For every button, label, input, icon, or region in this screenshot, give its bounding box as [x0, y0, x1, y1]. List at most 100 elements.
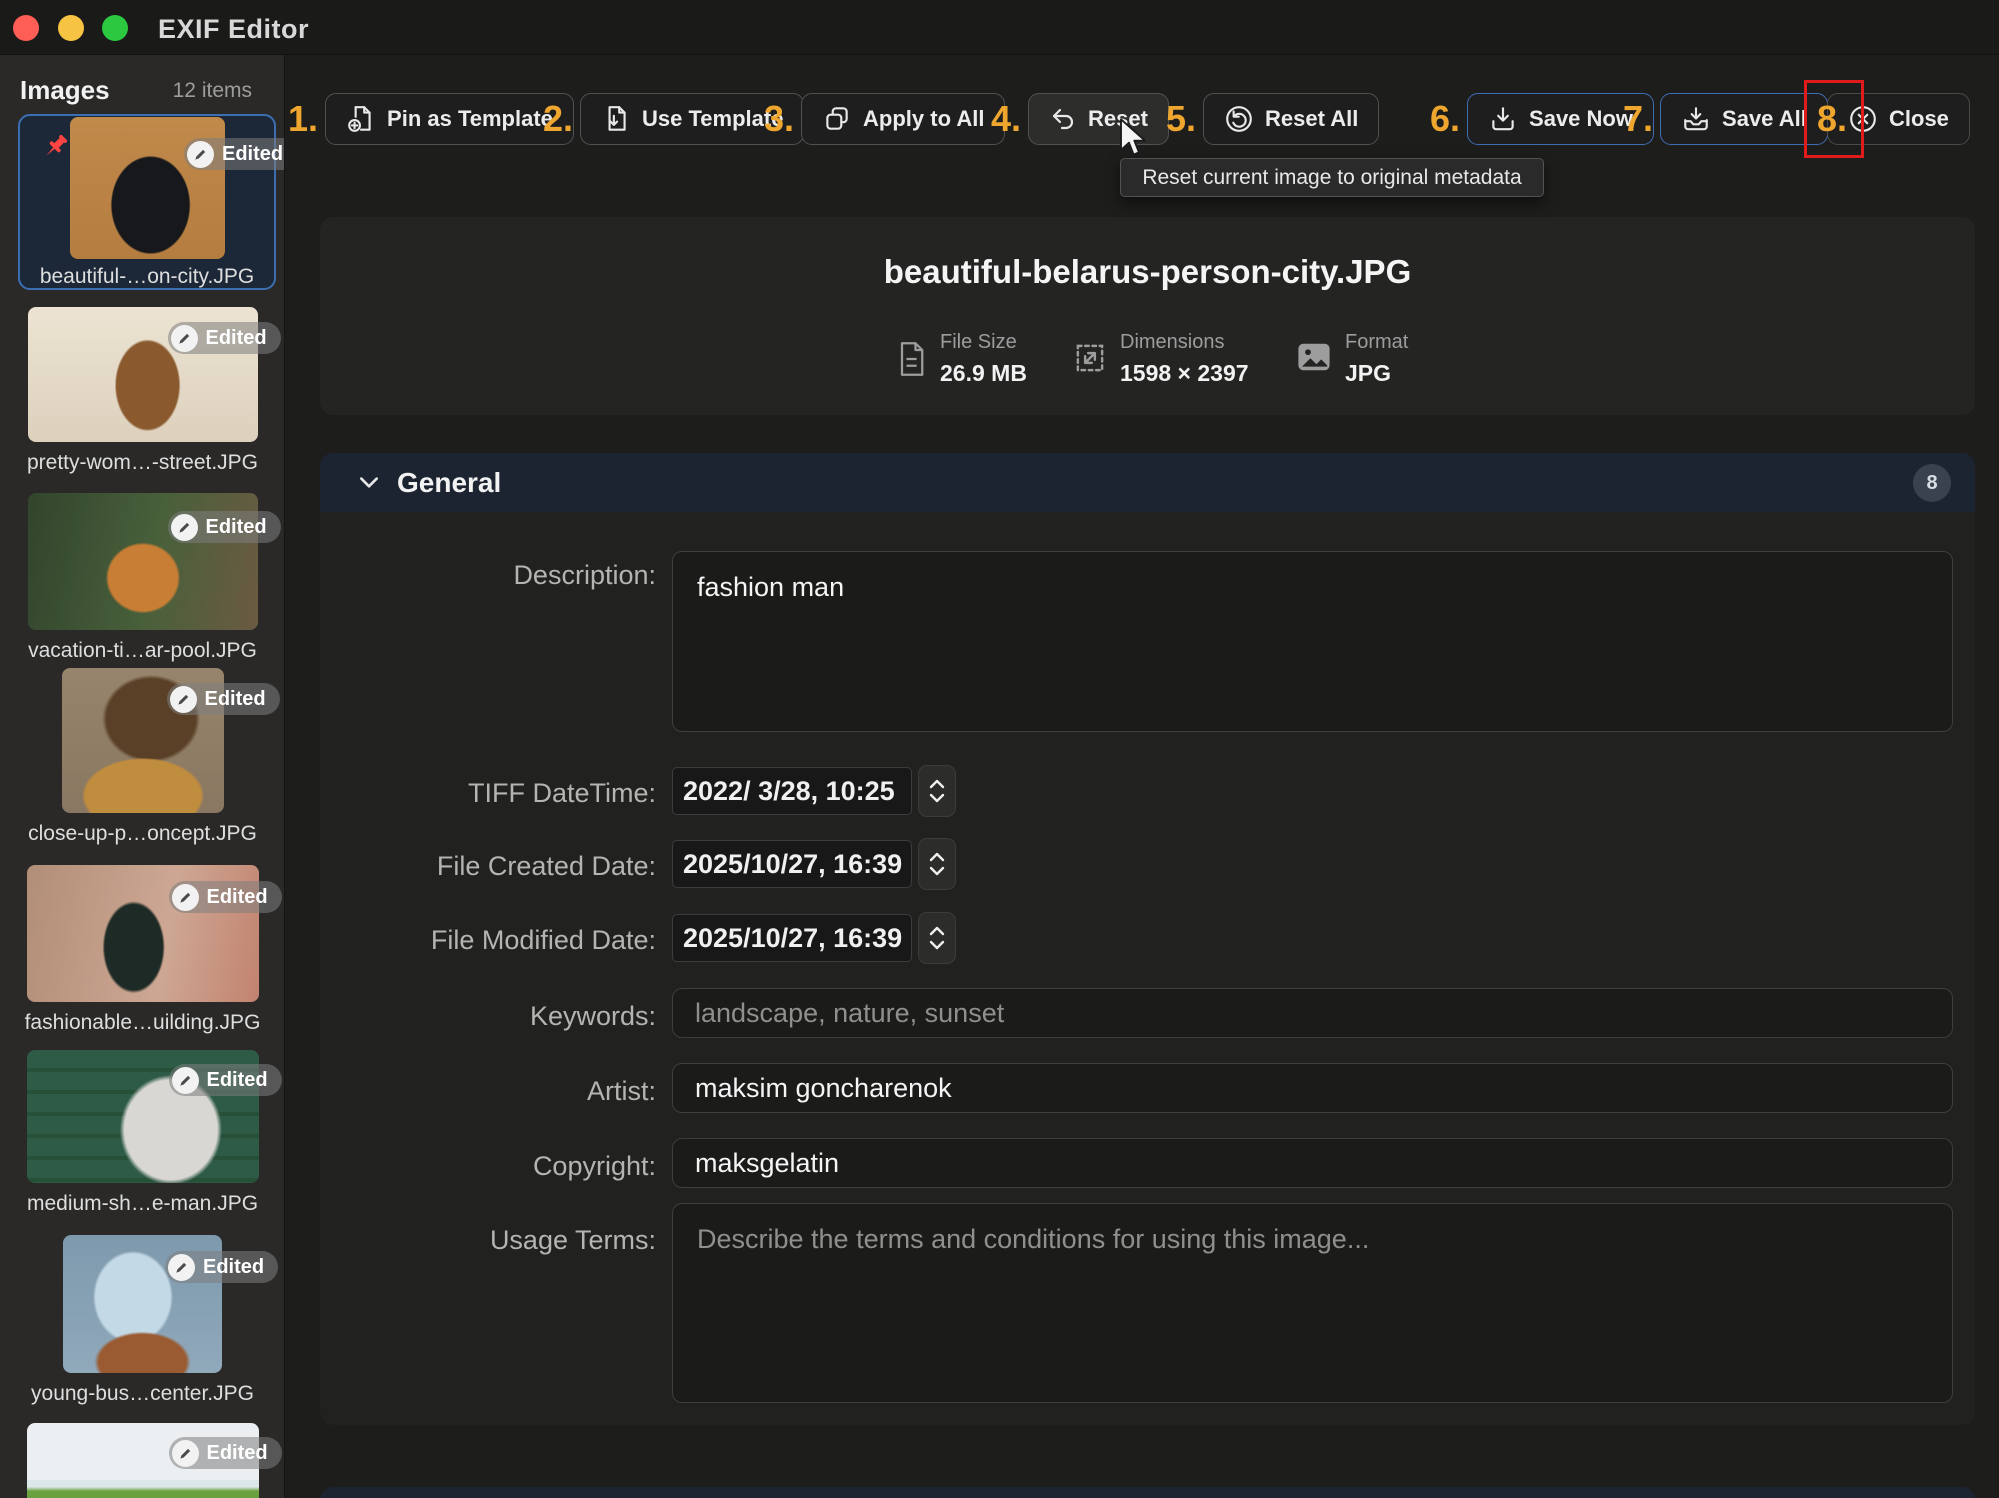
image-thumbnail: Edited	[27, 865, 259, 1002]
file-modified-field[interactable]: 2025/10/27, 16:39	[672, 914, 912, 962]
file-size-value: 26.9 MB	[940, 360, 1027, 387]
sidebar-item-young-business[interactable]: Edited young-bus…center.JPG	[0, 1235, 285, 1406]
pencil-icon	[172, 1067, 199, 1094]
annotation-number-6: 6.	[1430, 93, 1460, 145]
undo-icon	[1049, 105, 1077, 133]
dimensions-meta: Dimensions 1598 × 2397	[1073, 331, 1249, 387]
image-thumbnail: Edited	[28, 307, 258, 442]
edited-badge: Edited	[169, 881, 282, 913]
usage-terms-input[interactable]	[672, 1203, 1953, 1403]
apply-to-all-button[interactable]: Apply to All	[801, 93, 1005, 145]
file-modified-label: File Modified Date:	[320, 925, 656, 956]
dimensions-icon	[1073, 341, 1107, 387]
keywords-label: Keywords:	[320, 1001, 656, 1032]
reset-all-button[interactable]: Reset All	[1203, 93, 1379, 145]
tiff-datetime-stepper[interactable]	[918, 765, 956, 817]
pencil-icon	[171, 514, 198, 541]
close-window-button[interactable]	[13, 15, 39, 41]
sidebar-title: Images	[20, 75, 110, 106]
dimensions-value: 1598 × 2397	[1120, 360, 1249, 387]
chevron-down-icon	[358, 475, 380, 491]
sidebar-item-landscape[interactable]: Edited	[0, 1423, 285, 1498]
tiff-datetime-label: TIFF DateTime:	[320, 778, 656, 809]
format-label: Format	[1345, 331, 1408, 354]
pencil-icon	[187, 141, 214, 168]
minimize-window-button[interactable]	[58, 15, 84, 41]
description-input[interactable]: fashion man	[672, 551, 1953, 732]
dimensions-label: Dimensions	[1120, 331, 1249, 354]
reset-tooltip: Reset current image to original metadata	[1120, 158, 1544, 197]
pencil-icon	[172, 884, 199, 911]
general-section-header[interactable]: General 8	[320, 453, 1975, 512]
annotation-number-3: 3.	[764, 93, 794, 145]
zoom-window-button[interactable]	[102, 15, 128, 41]
usage-terms-label: Usage Terms:	[320, 1225, 656, 1256]
toolbar-group-3: 3. Apply to All	[764, 93, 1005, 145]
stepper-down-icon	[929, 866, 945, 876]
file-size-meta: File Size 26.9 MB	[895, 331, 1027, 387]
file-size-label: File Size	[940, 331, 1027, 354]
pencil-icon	[171, 325, 198, 352]
tiff-datetime-field[interactable]: 2022/ 3/28, 10:25	[672, 767, 912, 815]
stepper-down-icon	[929, 940, 945, 950]
current-filename: beautiful-belarus-person-city.JPG	[320, 253, 1975, 291]
pin-icon	[38, 130, 72, 169]
red-annotation-box	[1804, 80, 1864, 158]
file-modified-stepper[interactable]	[918, 912, 956, 964]
stepper-up-icon	[929, 779, 945, 789]
image-thumbnail: Edited	[62, 668, 224, 813]
annotation-number-5: 5.	[1166, 93, 1196, 145]
pin-as-template-button[interactable]: Pin as Template	[325, 93, 574, 145]
use-template-icon	[601, 104, 631, 134]
sidebar-item-beautiful-belarus[interactable]: Edited beautiful-…on-city.JPG	[18, 114, 276, 290]
filename-label: beautiful-…on-city.JPG	[20, 265, 274, 289]
sidebar-item-fashionable[interactable]: Edited fashionable…uilding.JPG	[0, 865, 285, 1035]
image-thumbnail: Edited	[28, 493, 258, 630]
file-created-field[interactable]: 2025/10/27, 16:39	[672, 840, 912, 888]
format-value: JPG	[1345, 360, 1408, 387]
edited-badge: Edited	[167, 683, 280, 715]
pencil-icon	[170, 686, 197, 713]
filename-label: fashionable…uilding.JPG	[0, 1011, 285, 1035]
copy-icon	[822, 104, 852, 134]
filename-label: medium-sh…e-man.JPG	[0, 1192, 285, 1216]
sidebar-item-vacation[interactable]: Edited vacation-ti…ar-pool.JPG	[0, 493, 285, 663]
sidebar-item-close-up[interactable]: Edited close-up-p…oncept.JPG	[0, 668, 285, 846]
save-all-button[interactable]: Save All	[1660, 93, 1828, 145]
save-all-tray-icon	[1681, 104, 1711, 134]
next-section-bar[interactable]	[320, 1487, 1975, 1498]
toolbar-group-7: 7. Save All	[1623, 93, 1828, 145]
artist-label: Artist:	[320, 1076, 656, 1107]
copyright-input[interactable]	[672, 1138, 1953, 1188]
edited-badge: Edited	[169, 1437, 282, 1469]
sidebar-item-pretty-woman[interactable]: Edited pretty-wom…-street.JPG	[0, 307, 285, 475]
description-label: Description:	[320, 560, 656, 591]
file-created-label: File Created Date:	[320, 851, 656, 882]
annotation-number-1: 1.	[288, 93, 318, 145]
exif-editor-window: EXIF Editor Images 12 items	[0, 0, 1999, 1498]
copyright-label: Copyright:	[320, 1151, 656, 1182]
filename-label: close-up-p…oncept.JPG	[0, 822, 285, 846]
filename-label: pretty-wom…-street.JPG	[0, 451, 285, 475]
sidebar-item-count: 12 items	[173, 79, 252, 103]
annotation-number-2: 2.	[543, 93, 573, 145]
pin-template-icon	[346, 104, 376, 134]
filename-label: vacation-ti…ar-pool.JPG	[0, 639, 285, 663]
format-meta: Format JPG	[1296, 331, 1408, 387]
image-format-icon	[1296, 341, 1332, 387]
titlebar: EXIF Editor	[0, 0, 1999, 55]
edited-badge: Edited	[169, 1064, 282, 1096]
window-title: EXIF Editor	[158, 14, 309, 45]
general-section: General 8 Description: fashion man TIFF …	[320, 453, 1975, 1425]
artist-input[interactable]	[672, 1063, 1953, 1113]
annotation-number-4: 4.	[991, 93, 1021, 145]
keywords-input[interactable]	[672, 988, 1953, 1038]
stepper-down-icon	[929, 793, 945, 803]
toolbar-group-6: 6. Save Now	[1430, 93, 1654, 145]
file-header-card: beautiful-belarus-person-city.JPG File S…	[320, 217, 1975, 415]
edited-badge: Edited	[168, 322, 281, 354]
reset-all-icon	[1224, 104, 1254, 134]
annotation-number-7: 7.	[1623, 93, 1653, 145]
file-created-stepper[interactable]	[918, 838, 956, 890]
sidebar-item-medium-shot[interactable]: Edited medium-sh…e-man.JPG	[0, 1050, 285, 1216]
